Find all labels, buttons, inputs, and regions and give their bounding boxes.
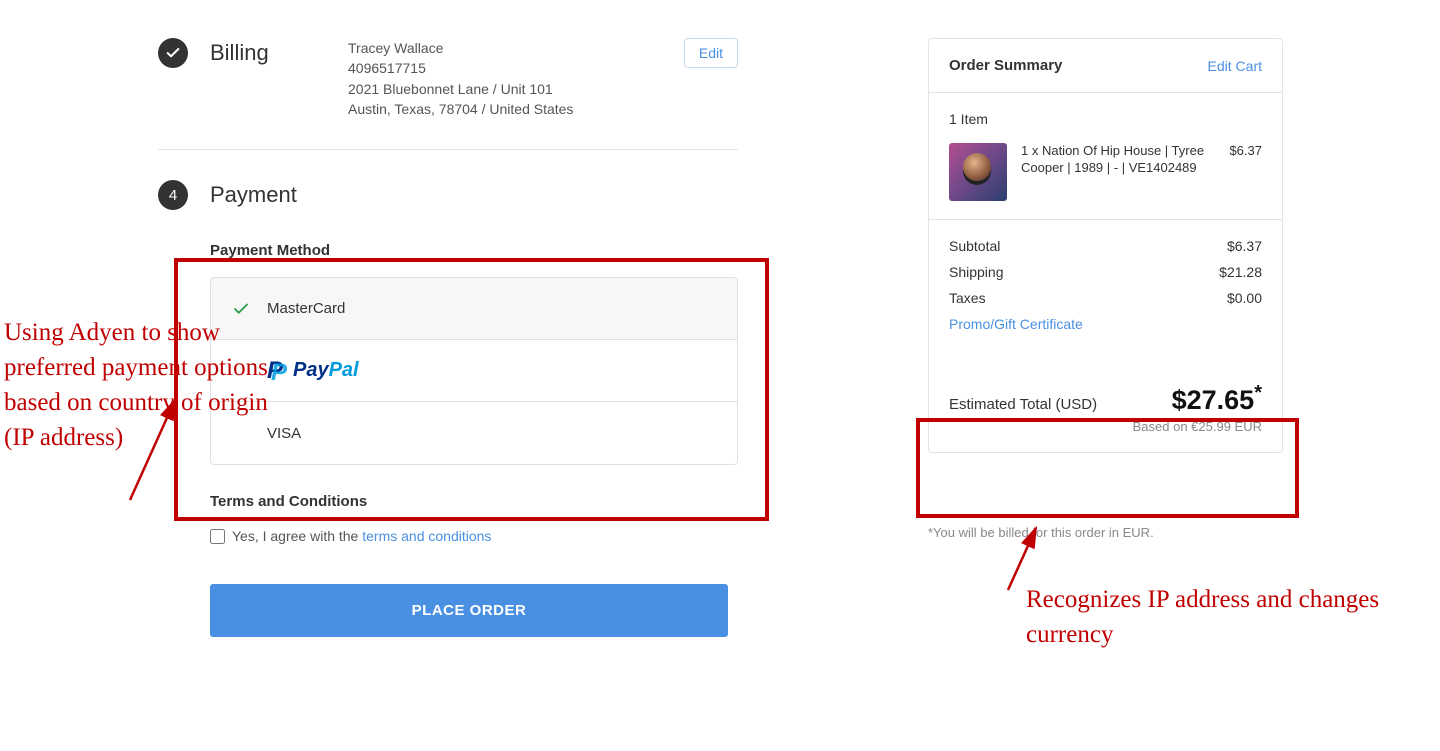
subtotal-label: Subtotal <box>949 238 1000 254</box>
total-subtext: Based on €25.99 EUR <box>949 419 1262 434</box>
billing-line1: 2021 Bluebonnet Lane / Unit 101 <box>348 79 573 99</box>
place-order-button[interactable]: PLACE ORDER <box>210 584 728 637</box>
line-shipping: Shipping $21.28 <box>949 264 1262 280</box>
billing-title: Billing <box>210 40 269 66</box>
shipping-label: Shipping <box>949 264 1004 280</box>
payment-option-mastercard[interactable]: MasterCard <box>211 278 737 340</box>
item-thumbnail <box>949 143 1007 201</box>
billing-note: *You will be billed for this order in EU… <box>928 525 1283 540</box>
shipping-value: $21.28 <box>1219 264 1262 280</box>
billing-address: Tracey Wallace 4096517715 2021 Bluebonne… <box>348 38 573 119</box>
check-icon <box>158 38 188 68</box>
billing-section: Billing Tracey Wallace 4096517715 2021 B… <box>158 38 738 119</box>
payment-title: Payment <box>210 182 297 208</box>
paypal-logo: PP PayPal <box>267 359 359 383</box>
item-name: 1 x Nation Of Hip House | Tyree Cooper |… <box>1021 143 1215 201</box>
cart-item: 1 x Nation Of Hip House | Tyree Cooper |… <box>949 143 1262 201</box>
terms-heading: Terms and Conditions <box>210 493 738 510</box>
promo-link[interactable]: Promo/Gift Certificate <box>949 316 1083 332</box>
terms-row: Yes, I agree with the terms and conditio… <box>210 528 738 544</box>
promo-link-row: Promo/Gift Certificate <box>949 316 1262 332</box>
terms-checkbox[interactable] <box>210 529 225 544</box>
item-price: $6.37 <box>1229 143 1262 201</box>
line-taxes: Taxes $0.00 <box>949 290 1262 306</box>
payment-method-list: MasterCard PP PayPal VISA <box>210 277 738 465</box>
payment-section-header: 4 Payment <box>158 180 738 210</box>
mastercard-label: MasterCard <box>267 300 345 317</box>
line-subtotal: Subtotal $6.37 <box>949 238 1262 254</box>
divider <box>158 149 738 150</box>
billing-name: Tracey Wallace <box>348 38 573 58</box>
taxes-label: Taxes <box>949 290 986 306</box>
billing-line2: Austin, Texas, 78704 / United States <box>348 99 573 119</box>
step-number-badge: 4 <box>158 180 188 210</box>
annotation-right: Recognizes IP address and changes curren… <box>1026 582 1426 652</box>
annotation-left: Using Adyen to show preferred payment op… <box>4 315 274 455</box>
payment-option-paypal[interactable]: PP PayPal <box>211 340 737 402</box>
subtotal-value: $6.37 <box>1227 238 1262 254</box>
order-summary-title: Order Summary <box>949 57 1062 74</box>
order-summary: Order Summary Edit Cart 1 Item 1 x Natio… <box>928 38 1283 453</box>
edit-cart-link[interactable]: Edit Cart <box>1208 58 1262 74</box>
terms-prefix: Yes, I agree with the <box>232 528 362 544</box>
total-label: Estimated Total (USD) <box>949 396 1097 413</box>
billing-phone: 4096517715 <box>348 58 573 78</box>
items-count: 1 Item <box>949 111 1262 127</box>
total-amount: $27.65* <box>1172 382 1262 416</box>
payment-option-visa[interactable]: VISA <box>211 402 737 464</box>
terms-link[interactable]: terms and conditions <box>362 528 491 544</box>
payment-method-heading: Payment Method <box>210 242 738 259</box>
taxes-value: $0.00 <box>1227 290 1262 306</box>
edit-billing-button[interactable]: Edit <box>684 38 738 68</box>
